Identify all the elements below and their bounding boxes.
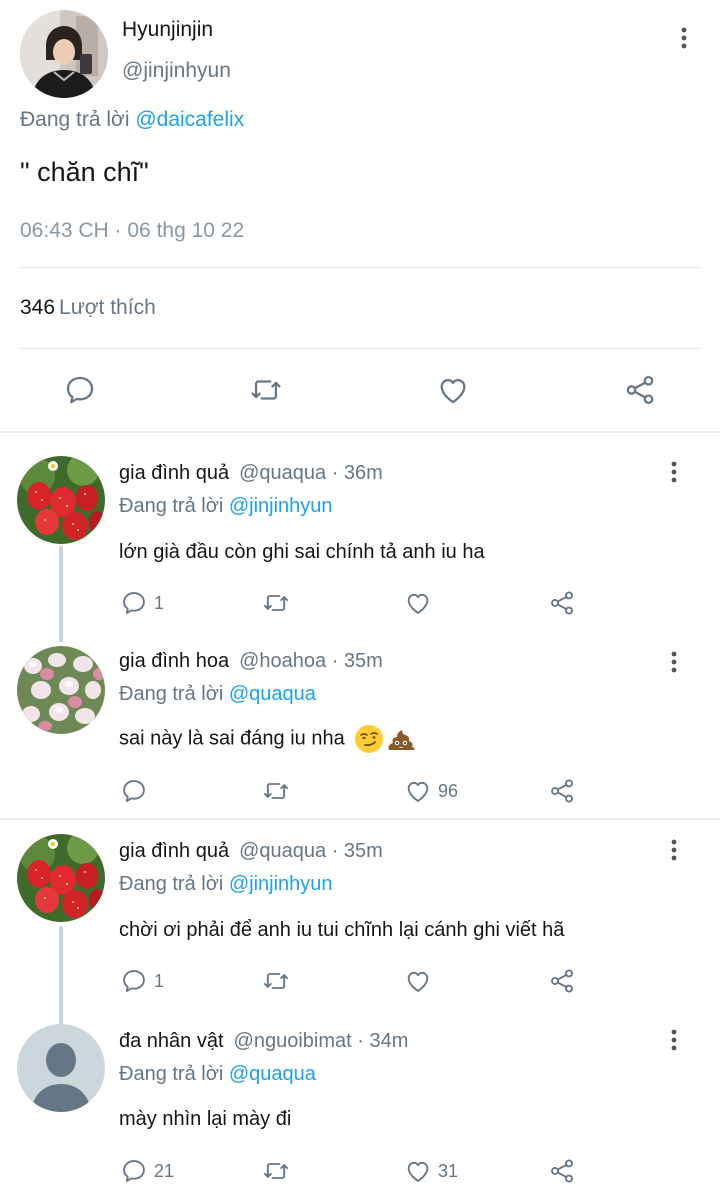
- comment-button[interactable]: [120, 776, 154, 806]
- reply-mention-link[interactable]: @jinjinhyun: [229, 495, 333, 517]
- author-name[interactable]: gia đình quả: [119, 462, 229, 484]
- heart-icon: [404, 777, 432, 805]
- author-name[interactable]: đa nhân vật: [119, 1030, 224, 1052]
- reply-mention-link[interactable]: @daicafelix: [135, 108, 244, 131]
- divider: [20, 267, 700, 268]
- more-options-icon[interactable]: [662, 646, 686, 678]
- retweet-icon[interactable]: [262, 588, 290, 618]
- reply-mention-link[interactable]: @jinjinhyun: [229, 873, 333, 895]
- reply-header: gia đình quả @quaqua · 35m: [119, 840, 383, 863]
- reply-tweet[interactable]: đa nhân vật @nguoibimat · 34m Đang trả lờ…: [0, 1020, 720, 1197]
- author-name[interactable]: gia đình quả: [119, 840, 229, 862]
- reply-prefix: Đang trả lời: [119, 873, 224, 895]
- heart-icon: [404, 967, 432, 995]
- tweet-timestamp: 06:43 CH · 06 thg 10 22: [20, 219, 245, 242]
- more-options-icon[interactable]: [662, 456, 686, 488]
- reply-text: mày nhìn lại mày đi: [119, 1108, 292, 1130]
- reply-context: Đang trả lời @jinjinhyun: [119, 495, 333, 518]
- retweet-icon[interactable]: [262, 966, 290, 996]
- comment-icon[interactable]: [60, 370, 100, 410]
- comment-count: 1: [154, 592, 165, 613]
- heart-icon: [404, 1157, 432, 1185]
- like-button[interactable]: [404, 588, 438, 618]
- share-icon[interactable]: [548, 1156, 576, 1186]
- reply-tweet[interactable]: gia đình quả @quaqua · 36m Đang trả lời @…: [0, 448, 720, 642]
- reply-header: gia đình hoa @hoahoa · 35m: [119, 650, 383, 673]
- like-button[interactable]: [404, 966, 438, 996]
- heart-icon[interactable]: [433, 370, 473, 410]
- section-divider: [0, 431, 720, 433]
- smirk-emoji: [354, 724, 384, 754]
- reply-header: gia đình quả @quaqua · 36m: [119, 462, 383, 485]
- more-options-icon[interactable]: [662, 834, 686, 866]
- reply-text-line: sai này là sai đáng iu nha: [119, 724, 416, 754]
- avatar[interactable]: [20, 10, 108, 98]
- reply-text: sai này là sai đáng iu nha: [119, 727, 345, 750]
- like-button[interactable]: 96: [404, 776, 458, 806]
- reply-context: Đang trả lời @jinjinhyun: [119, 873, 333, 896]
- poop-emoji: [386, 724, 416, 754]
- reply-context: Đang trả lời @daicafelix: [20, 108, 244, 132]
- comment-button[interactable]: 1: [120, 588, 164, 618]
- reply-mention-link[interactable]: @quaqua: [229, 1063, 316, 1085]
- reply-tweet[interactable]: gia đình quả @quaqua · 35m Đang trả lời @…: [0, 830, 720, 1024]
- reply-header: đa nhân vật @nguoibimat · 34m: [119, 1030, 408, 1053]
- author-name[interactable]: gia đình hoa: [119, 650, 229, 672]
- retweet-icon[interactable]: [262, 776, 290, 806]
- thread-line: [59, 926, 63, 1024]
- retweet-icon[interactable]: [246, 370, 286, 410]
- author-handle[interactable]: @jinjinhyun: [122, 59, 231, 83]
- avatar[interactable]: [17, 1024, 105, 1112]
- comment-count: 1: [154, 970, 165, 991]
- section-divider: [0, 818, 720, 820]
- like-count: 31: [438, 1160, 459, 1181]
- reply-text: chời ơi phải để anh iu tui chĩnh lại cán…: [119, 919, 565, 941]
- reply-prefix: Đang trả lời: [119, 495, 224, 517]
- author-handle[interactable]: @hoahoa · 35m: [239, 650, 383, 672]
- avatar[interactable]: [17, 646, 105, 734]
- author-handle[interactable]: @quaqua · 36m: [239, 462, 383, 484]
- more-options-icon[interactable]: [662, 1024, 686, 1056]
- tweet-text: " chăn chĩ": [20, 157, 149, 187]
- reply-text: lớn già đầu còn ghi sai chính tả anh iu …: [119, 541, 485, 563]
- retweet-icon[interactable]: [262, 1156, 290, 1186]
- reply-prefix: Đang trả lời: [20, 108, 130, 131]
- likes-summary[interactable]: 346 Lượt thích: [20, 296, 156, 320]
- share-icon[interactable]: [548, 776, 576, 806]
- like-button[interactable]: 31: [404, 1156, 458, 1186]
- comment-count: 21: [154, 1160, 175, 1181]
- author-name[interactable]: Hyunjinjin: [122, 18, 213, 42]
- author-handle[interactable]: @quaqua · 35m: [239, 840, 383, 862]
- comment-button[interactable]: 21: [120, 1156, 174, 1186]
- comment-button[interactable]: 1: [120, 966, 164, 996]
- reply-context: Đang trả lời @quaqua: [119, 1063, 316, 1086]
- reply-prefix: Đang trả lời: [119, 683, 224, 705]
- share-icon[interactable]: [620, 370, 660, 410]
- comment-icon: [120, 1157, 148, 1185]
- reply-prefix: Đang trả lời: [119, 1063, 224, 1085]
- likes-label: Lượt thích: [59, 296, 156, 319]
- thread-line: [59, 546, 63, 642]
- heart-icon: [404, 589, 432, 617]
- share-icon[interactable]: [548, 966, 576, 996]
- avatar[interactable]: [17, 456, 105, 544]
- share-icon[interactable]: [548, 588, 576, 618]
- like-count: 96: [438, 780, 459, 801]
- author-handle[interactable]: @nguoibimat · 34m: [234, 1030, 409, 1052]
- more-options-icon[interactable]: [672, 22, 696, 54]
- divider: [20, 348, 700, 349]
- likes-count: 346: [20, 296, 56, 319]
- comment-icon: [120, 777, 148, 805]
- comment-icon: [120, 967, 148, 995]
- avatar[interactable]: [17, 834, 105, 922]
- comment-icon: [120, 589, 148, 617]
- reply-context: Đang trả lời @quaqua: [119, 683, 316, 706]
- main-tweet: Hyunjinjin @jinjinhyun Đang trả lời @dai…: [0, 0, 720, 432]
- reply-mention-link[interactable]: @quaqua: [229, 683, 316, 705]
- reply-tweet[interactable]: gia đình hoa @hoahoa · 35m Đang trả lời @…: [0, 638, 720, 818]
